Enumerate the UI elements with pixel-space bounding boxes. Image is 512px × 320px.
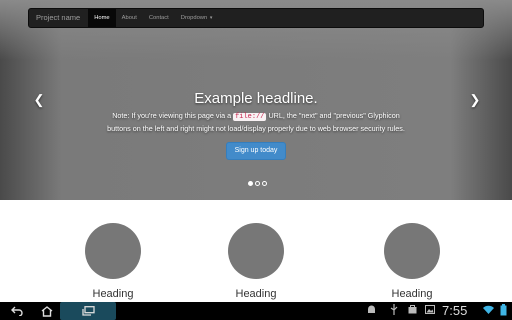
chevron-left-icon[interactable]: ❮: [32, 92, 46, 108]
status-clock: 7:55: [442, 303, 468, 318]
caret-down-icon: ▾: [209, 15, 213, 21]
navbar: Project name Home About Contact Dropdown…: [28, 8, 484, 28]
carousel-headline: Example headline.: [194, 90, 318, 107]
feature-column-1: Heading: [73, 223, 153, 300]
carousel-indicator-2[interactable]: [255, 181, 260, 186]
android-system-bar: 7:55: [0, 302, 512, 320]
feature-column-2: Heading: [216, 223, 296, 300]
battery-icon: [497, 304, 509, 318]
note-code: file://: [233, 113, 267, 121]
feature-image-2: [228, 223, 284, 279]
image-icon: [424, 304, 436, 318]
nav-item-contact[interactable]: Contact: [143, 9, 175, 27]
carousel-caption: Example headline. Note: If you're viewin…: [96, 90, 416, 160]
feature-heading-1: Heading: [92, 288, 134, 300]
chevron-right-icon[interactable]: ❯: [468, 92, 482, 108]
sign-up-button[interactable]: Sign up today: [225, 142, 287, 160]
feature-image-1: [85, 223, 141, 279]
feature-heading-3: Heading: [391, 288, 433, 300]
nav-item-about[interactable]: About: [116, 9, 143, 27]
navbar-brand[interactable]: Project name: [29, 8, 88, 28]
dropdown-label: Dropdown: [180, 15, 208, 21]
carousel-indicator-1[interactable]: [248, 181, 253, 186]
carousel-indicators: [248, 181, 267, 186]
nav-item-dropdown[interactable]: Dropdown ▾: [175, 9, 219, 27]
navbar-nav: Home About Contact Dropdown ▾: [88, 9, 218, 27]
feature-image-3: [384, 223, 440, 279]
marketing-section: Heading Heading Heading: [0, 200, 512, 302]
recent-apps-icon[interactable]: [60, 302, 116, 320]
usb-icon: [388, 304, 400, 318]
carousel-indicator-3[interactable]: [262, 181, 267, 186]
shopping-bag-icon: [406, 304, 418, 318]
nav-item-home[interactable]: Home: [88, 9, 116, 27]
carousel-note: Note: If you're viewing this page via a …: [106, 110, 406, 134]
wifi-icon: [482, 304, 494, 318]
note-text-before: Note: If you're viewing this page via a: [112, 111, 234, 120]
feature-heading-2: Heading: [235, 288, 277, 300]
home-icon[interactable]: [33, 302, 61, 320]
feature-column-3: Heading: [372, 223, 452, 300]
android-debug-icon: [365, 304, 377, 318]
carousel: Project name Home About Contact Dropdown…: [0, 0, 512, 200]
back-icon[interactable]: [3, 302, 31, 320]
